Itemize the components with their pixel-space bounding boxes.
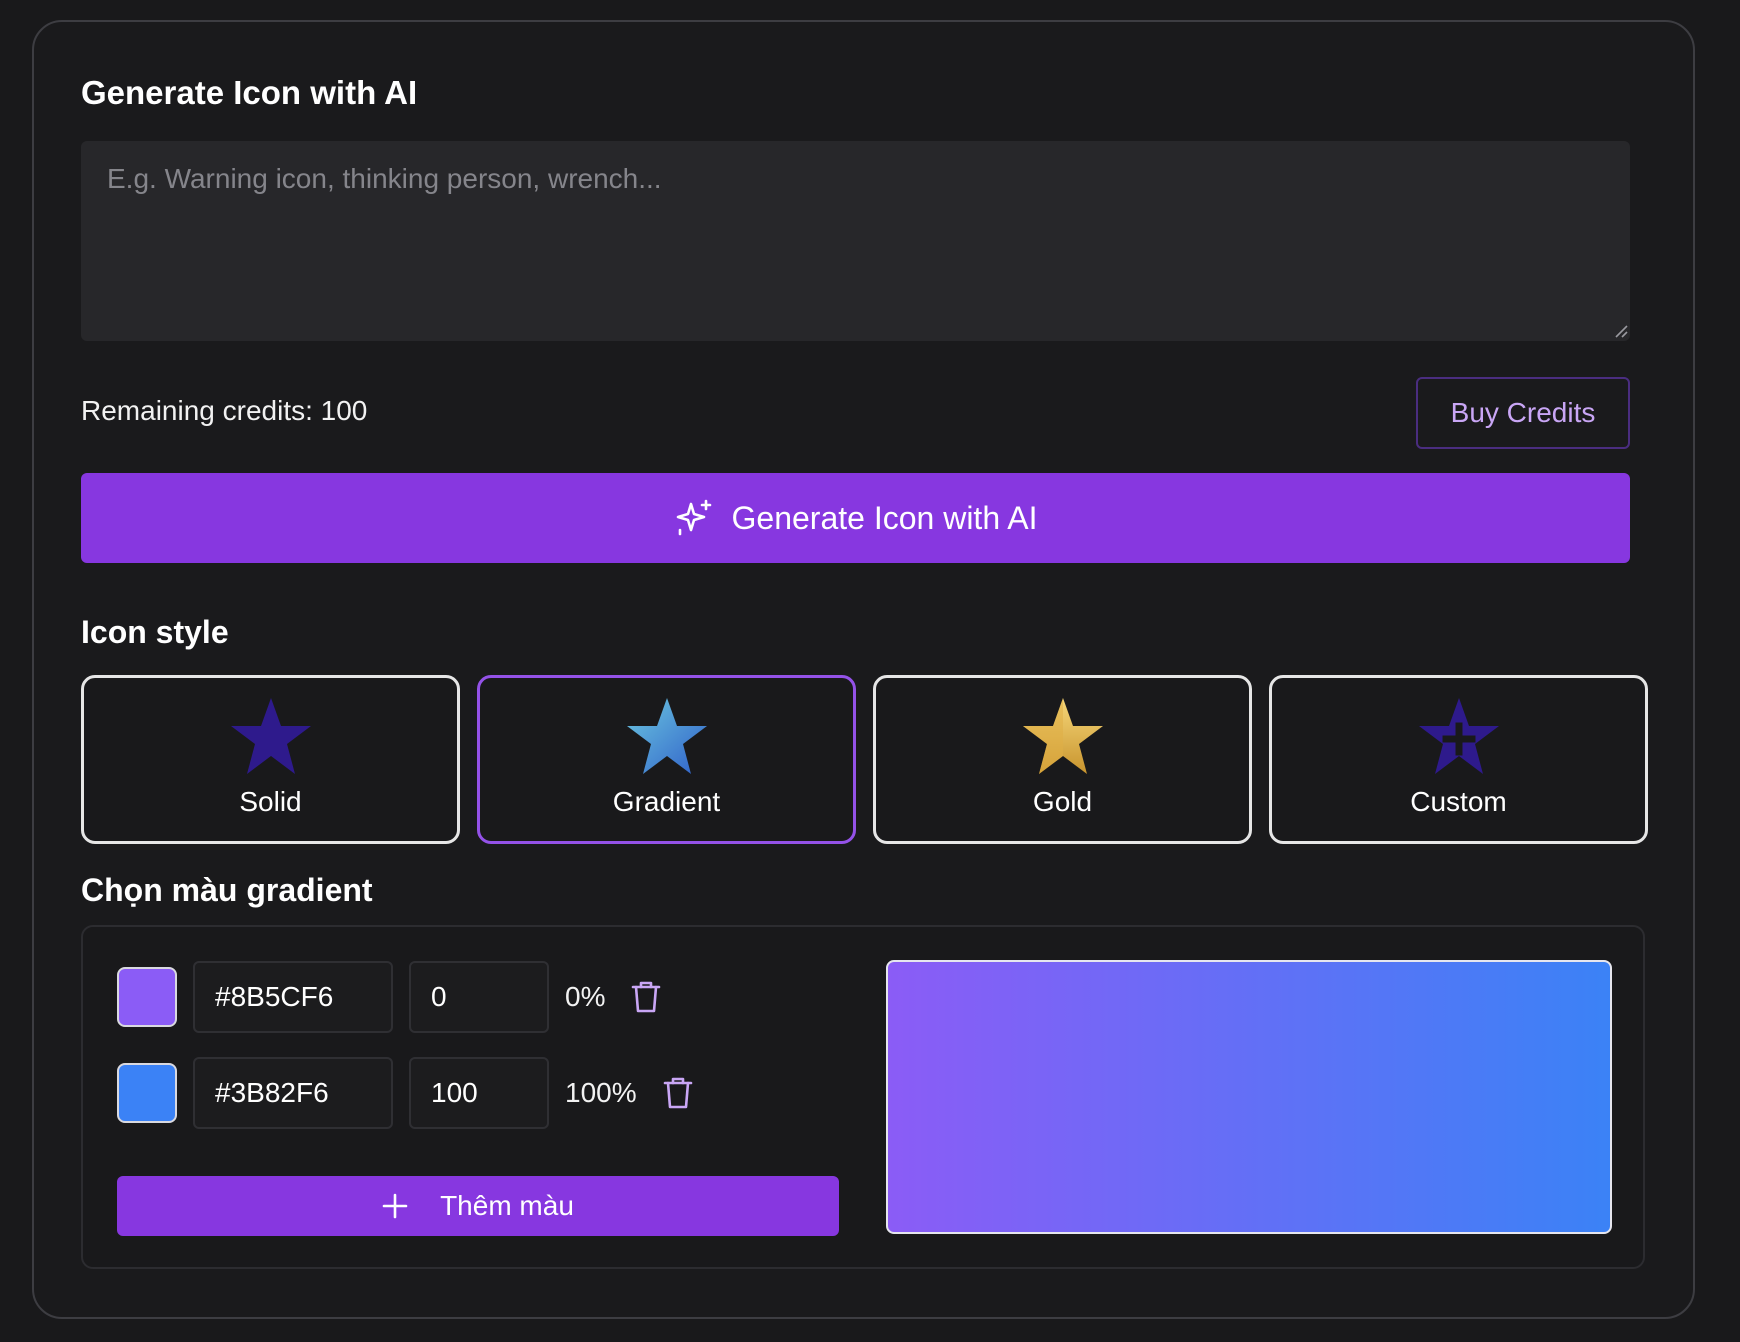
icon-style-options: Solid Gradient Gold Custom: [81, 675, 1648, 844]
stop-position-input[interactable]: [409, 1057, 549, 1129]
stop-position-input[interactable]: [409, 961, 549, 1033]
color-swatch[interactable]: [117, 1063, 177, 1123]
star-custom-icon: [1418, 698, 1499, 774]
panel-title: Generate Icon with AI: [81, 74, 418, 111]
plus-icon: [382, 1193, 408, 1219]
style-option-custom[interactable]: Custom: [1269, 675, 1648, 844]
color-swatch[interactable]: [117, 967, 177, 1027]
stop-percent: 100%: [565, 1077, 637, 1108]
add-color-button[interactable]: Thêm màu: [117, 1176, 839, 1236]
style-label-solid: Solid: [239, 786, 302, 817]
remaining-credits: Remaining credits: 100: [81, 395, 368, 426]
generate-icon-button[interactable]: Generate Icon with AI: [81, 473, 1630, 563]
gradient-preview: [886, 960, 1612, 1234]
generate-icon-label: Generate Icon with AI: [731, 499, 1038, 536]
hex-color-input[interactable]: [193, 1057, 393, 1129]
gradient-stop-row: 100%: [117, 1057, 693, 1129]
add-color-label: Thêm màu: [440, 1190, 574, 1221]
trash-icon[interactable]: [663, 1076, 693, 1110]
sparkles-icon: [676, 499, 711, 536]
style-option-solid[interactable]: Solid: [81, 675, 460, 844]
style-label-gold: Gold: [1032, 786, 1093, 817]
style-label-custom: Custom: [1410, 786, 1507, 817]
gradient-editor: 0% 100% Thêm màu: [81, 925, 1645, 1269]
prompt-textarea[interactable]: [81, 141, 1630, 341]
stop-percent: 0%: [565, 981, 606, 1012]
star-gradient-icon: [626, 698, 707, 774]
gradient-heading: Chọn màu gradient: [81, 872, 373, 908]
style-option-gradient[interactable]: Gradient: [477, 675, 856, 844]
gradient-stop-row: 0%: [117, 961, 661, 1033]
icon-style-heading: Icon style: [81, 614, 229, 650]
buy-credits-button[interactable]: Buy Credits: [1416, 377, 1630, 449]
star-solid-icon: [230, 698, 311, 774]
style-label-gradient: Gradient: [612, 786, 721, 817]
star-gold-icon: [1022, 698, 1103, 774]
resize-grip-icon[interactable]: [1612, 322, 1628, 338]
style-option-gold[interactable]: Gold: [873, 675, 1252, 844]
hex-color-input[interactable]: [193, 961, 393, 1033]
trash-icon[interactable]: [631, 980, 661, 1014]
